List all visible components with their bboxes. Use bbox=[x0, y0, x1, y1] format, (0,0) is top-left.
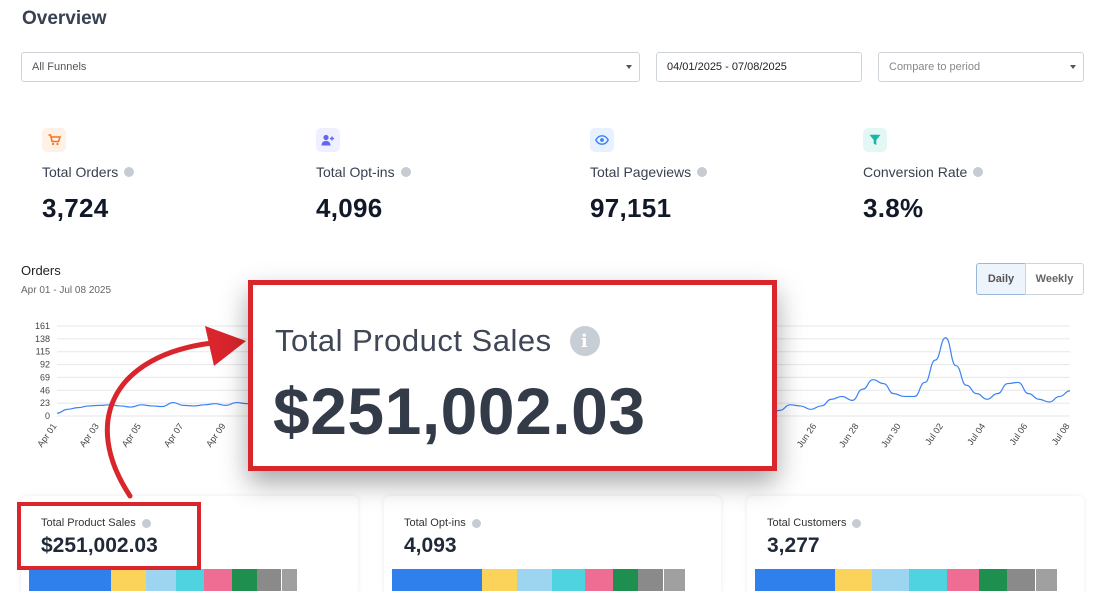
page-title: Overview bbox=[22, 8, 107, 29]
y-tick-label: 69 bbox=[40, 372, 50, 382]
funnel-select-value: All Funnels bbox=[32, 61, 87, 73]
y-tick-label: 0 bbox=[45, 411, 50, 421]
breakdown-segment bbox=[638, 569, 663, 591]
breakdown-segment bbox=[176, 569, 204, 591]
eye-icon bbox=[595, 135, 609, 145]
orders-chart-subtitle: Apr 01 - Jul 08 2025 bbox=[21, 285, 112, 296]
info-icon[interactable] bbox=[697, 167, 708, 177]
breakdown-segment bbox=[663, 569, 685, 591]
stat-icon-box bbox=[316, 128, 340, 152]
chevron-down-icon bbox=[626, 65, 632, 69]
breakdown-segment bbox=[482, 569, 517, 591]
breakdown-segment bbox=[835, 569, 872, 591]
y-tick-label: 161 bbox=[35, 321, 50, 331]
breakdown-segment bbox=[204, 569, 232, 591]
stat-icon-box bbox=[863, 128, 887, 152]
breakdown-segment bbox=[872, 569, 909, 591]
breakdown-segment bbox=[281, 569, 297, 591]
stat-value: 4,096 bbox=[316, 193, 383, 223]
x-tick-label: Jul 06 bbox=[1007, 421, 1029, 446]
daily-toggle-button[interactable]: Daily bbox=[976, 263, 1026, 295]
x-tick-label: Apr 03 bbox=[77, 421, 100, 448]
y-tick-label: 92 bbox=[40, 360, 50, 370]
info-icon[interactable] bbox=[471, 518, 481, 528]
breakdown-segment bbox=[29, 569, 111, 591]
card-total-optins: Total Opt-ins 4,093 bbox=[384, 496, 721, 592]
stat-label: Total Opt-ins bbox=[316, 164, 556, 180]
card-label: Total Customers bbox=[767, 517, 862, 529]
card-value: 4,093 bbox=[404, 534, 457, 557]
breakdown-segment bbox=[613, 569, 638, 591]
stat-total-orders: Total Orders 3,724 bbox=[42, 128, 282, 224]
info-icon: i bbox=[569, 326, 600, 356]
compare-period-select[interactable]: Compare to period bbox=[878, 52, 1084, 82]
y-tick-label: 138 bbox=[35, 334, 50, 344]
breakdown-segment bbox=[909, 569, 947, 591]
breakdown-bar bbox=[755, 569, 1057, 591]
x-tick-label: Apr 01 bbox=[35, 421, 58, 448]
breakdown-segment bbox=[517, 569, 552, 591]
x-tick-label: Jun 30 bbox=[879, 421, 903, 449]
y-tick-label: 46 bbox=[40, 385, 50, 395]
compare-period-placeholder: Compare to period bbox=[889, 61, 981, 73]
info-icon[interactable] bbox=[852, 518, 862, 528]
weekly-toggle-button[interactable]: Weekly bbox=[1025, 263, 1084, 295]
x-tick-label: Apr 09 bbox=[204, 421, 227, 448]
breakdown-segment bbox=[585, 569, 613, 591]
info-icon[interactable] bbox=[973, 167, 984, 177]
x-tick-label: Apr 07 bbox=[162, 421, 185, 448]
date-range-input[interactable]: 04/01/2025 - 07/08/2025 bbox=[656, 52, 862, 82]
funnel-select[interactable]: All Funnels bbox=[21, 52, 640, 82]
cart-icon bbox=[48, 134, 61, 146]
card-value: 3,277 bbox=[767, 534, 820, 557]
funnel-icon bbox=[869, 134, 881, 145]
card-label: Total Opt-ins bbox=[404, 517, 481, 529]
breakdown-segment bbox=[392, 569, 482, 591]
breakdown-bar bbox=[29, 569, 297, 591]
breakdown-segment bbox=[111, 569, 146, 591]
stat-label: Total Pageviews bbox=[590, 164, 830, 180]
user-plus-icon bbox=[321, 134, 334, 146]
x-tick-label: Jul 04 bbox=[965, 421, 987, 446]
x-tick-label: Jun 26 bbox=[795, 421, 819, 449]
chevron-down-icon bbox=[1070, 65, 1076, 69]
stat-value: 3.8% bbox=[863, 193, 924, 223]
orders-chart-title: Orders bbox=[21, 263, 61, 278]
highlight-box bbox=[17, 502, 201, 570]
stat-icon-box bbox=[590, 128, 614, 152]
zoom-callout: Total Product Sales i $251,002.03 bbox=[248, 280, 777, 471]
breakdown-segment bbox=[1007, 569, 1035, 591]
breakdown-segment bbox=[1035, 569, 1057, 591]
breakdown-segment bbox=[146, 569, 176, 591]
breakdown-segment bbox=[755, 569, 835, 591]
stat-icon-box bbox=[42, 128, 66, 152]
x-tick-label: Jul 08 bbox=[1050, 421, 1072, 446]
card-total-customers: Total Customers 3,277 bbox=[747, 496, 1084, 592]
x-tick-label: Apr 05 bbox=[120, 421, 143, 448]
breakdown-segment bbox=[232, 569, 257, 591]
stat-total-optins: Total Opt-ins 4,096 bbox=[316, 128, 556, 224]
info-icon[interactable] bbox=[124, 167, 135, 177]
zoom-callout-value: $251,002.03 bbox=[273, 374, 646, 448]
stat-total-pageviews: Total Pageviews 97,151 bbox=[590, 128, 830, 224]
breakdown-segment bbox=[947, 569, 979, 591]
x-tick-label: Jul 02 bbox=[923, 421, 945, 446]
x-tick-label: Jun 28 bbox=[837, 421, 861, 449]
stat-label: Conversion Rate bbox=[863, 164, 1099, 180]
stat-value: 3,724 bbox=[42, 193, 109, 223]
breakdown-segment bbox=[257, 569, 281, 591]
y-tick-label: 115 bbox=[36, 347, 50, 357]
zoom-callout-label: Total Product Sales i bbox=[275, 323, 600, 359]
breakdown-segment bbox=[552, 569, 585, 591]
info-icon[interactable] bbox=[400, 167, 411, 177]
breakdown-segment bbox=[979, 569, 1007, 591]
breakdown-bar bbox=[392, 569, 685, 591]
stat-label: Total Orders bbox=[42, 164, 282, 180]
date-range-value: 04/01/2025 - 07/08/2025 bbox=[667, 61, 787, 73]
stat-value: 97,151 bbox=[590, 193, 672, 223]
stat-conversion-rate: Conversion Rate 3.8% bbox=[863, 128, 1099, 224]
y-tick-label: 23 bbox=[40, 398, 50, 408]
